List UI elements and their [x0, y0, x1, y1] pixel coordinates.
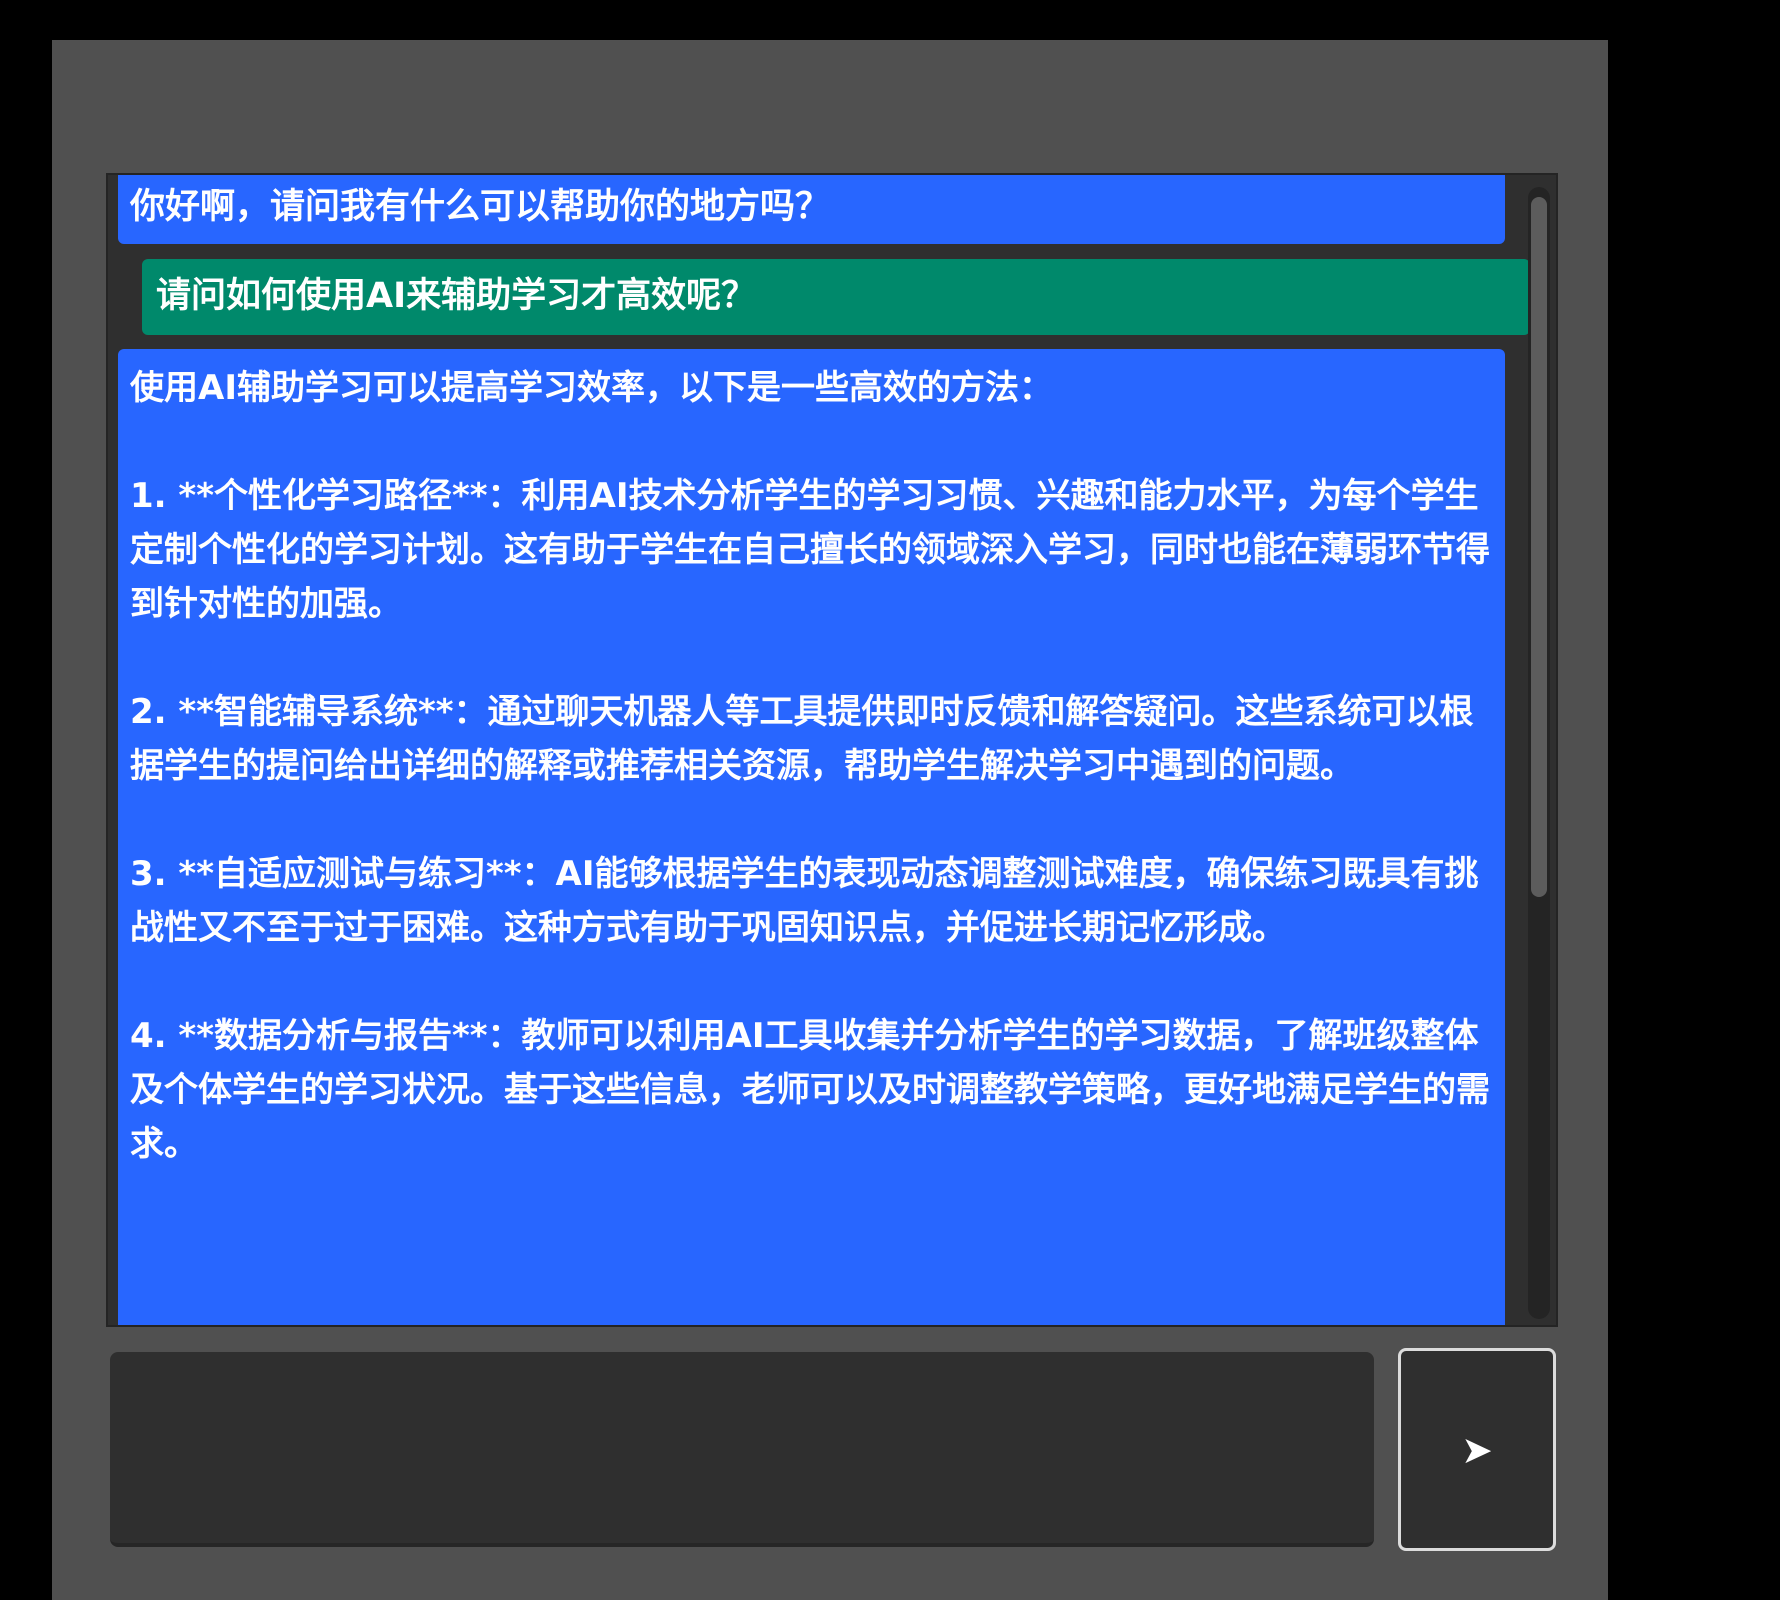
message-list: 你好啊，请问我有什么可以帮助你的地方吗？ 请问如何使用AI来辅助学习才高效呢？ …	[108, 175, 1556, 1325]
user-message: 请问如何使用AI来辅助学习才高效呢？	[142, 259, 1530, 335]
chat-scrollbar[interactable]	[1528, 187, 1550, 1319]
send-arrow-icon: ➤	[1461, 1427, 1493, 1472]
send-button[interactable]: ➤	[1398, 1348, 1556, 1551]
chat-history[interactable]: 你好啊，请问我有什么可以帮助你的地方吗？ 请问如何使用AI来辅助学习才高效呢？ …	[106, 173, 1558, 1327]
assistant-message: 使用AI辅助学习可以提高学习效率，以下是一些高效的方法： 1. **个性化学习路…	[118, 349, 1505, 1325]
assistant-message: 你好啊，请问我有什么可以帮助你的地方吗？	[118, 175, 1505, 244]
message-input[interactable]	[110, 1352, 1374, 1547]
chat-scrollbar-thumb[interactable]	[1531, 197, 1547, 897]
